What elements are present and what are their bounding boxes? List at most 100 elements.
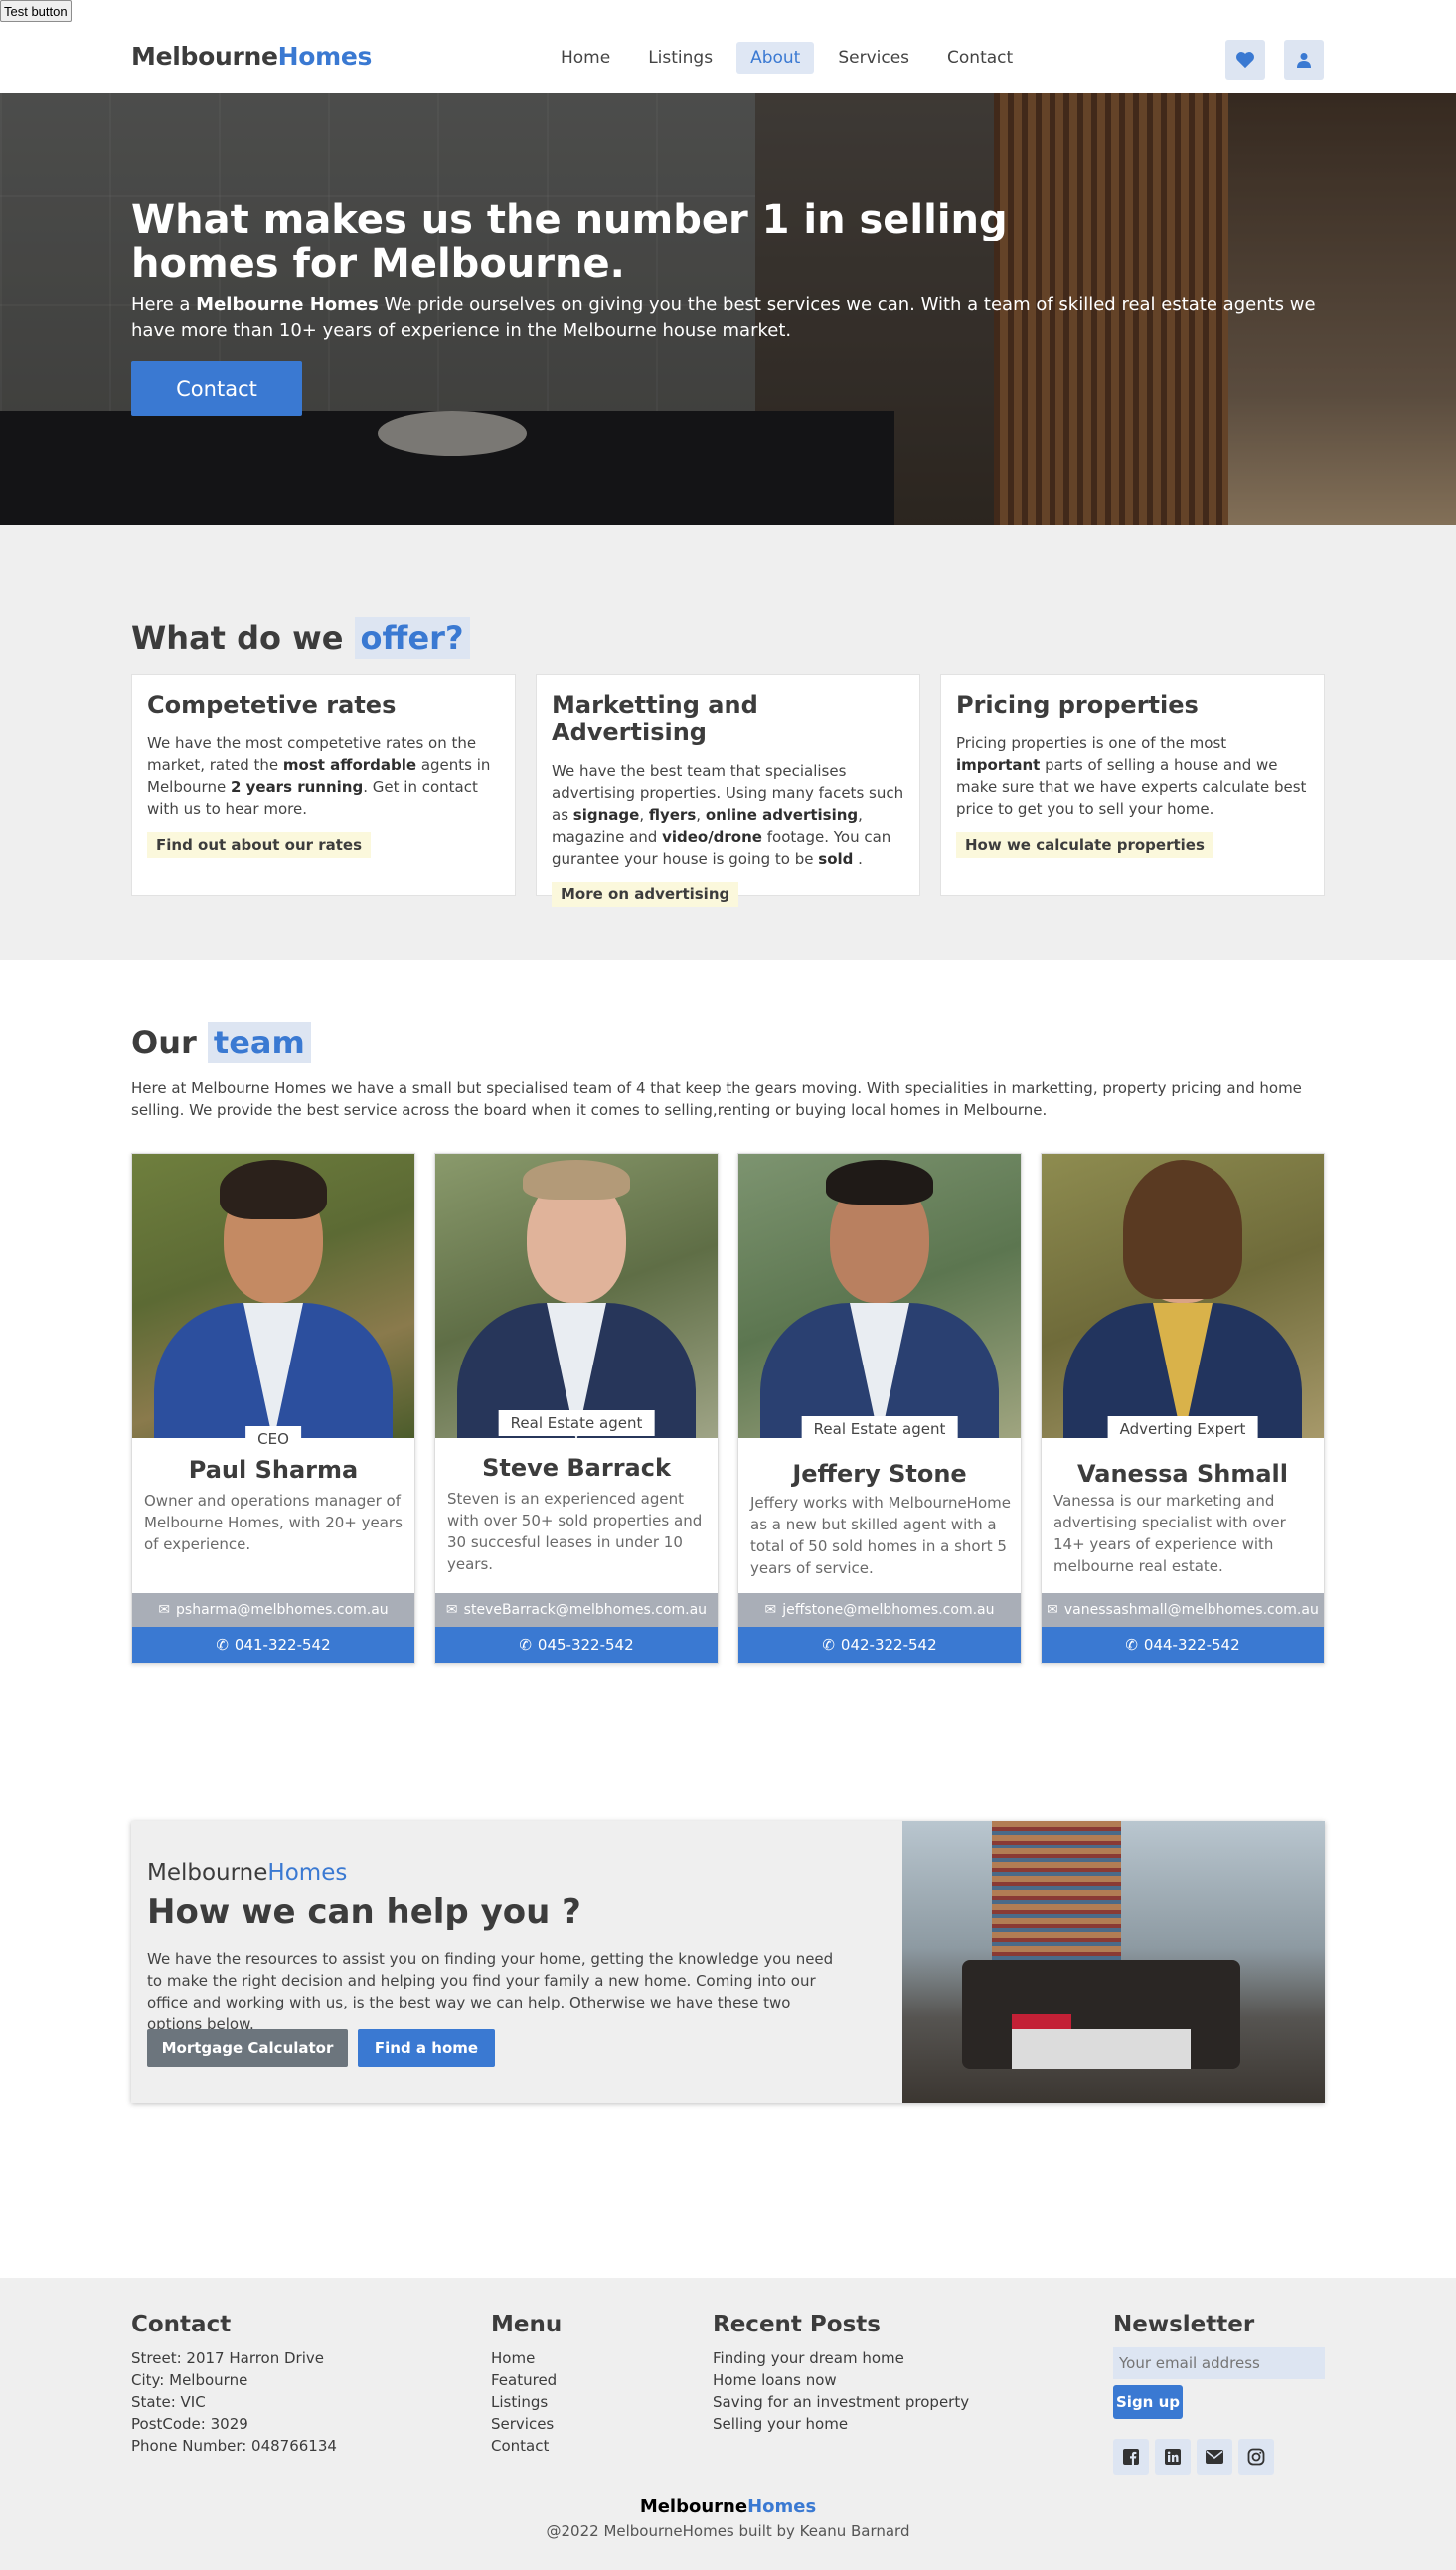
- instagram-icon[interactable]: [1238, 2439, 1274, 2475]
- team-heading: Our team: [131, 1022, 311, 1063]
- contact-state: State: VIC: [131, 2393, 206, 2411]
- user-icon: [1297, 53, 1311, 68]
- member-photo: [435, 1154, 718, 1438]
- office-photo: [902, 1821, 1325, 2103]
- footer-newsletter-title: Newsletter: [1113, 2312, 1255, 2337]
- logo[interactable]: MelbourneHomes: [131, 42, 372, 71]
- footer-recent-posts: Recent Posts Finding your dream home Hom…: [713, 2312, 969, 2435]
- pricing-link[interactable]: How we calculate properties: [956, 832, 1213, 858]
- member-role: CEO: [245, 1426, 301, 1452]
- offer-card-advertising: Marketting and Advertising We have the b…: [536, 674, 920, 907]
- post-link[interactable]: Selling your home: [713, 2413, 969, 2435]
- phone-icon: ✆: [1125, 1636, 1138, 1654]
- card-text: We have the most competetive rates on th…: [147, 734, 491, 818]
- member-email[interactable]: ✉ vanessashmall@melbhomes.com.au: [1042, 1593, 1324, 1627]
- newsletter-signup-button[interactable]: Sign up: [1113, 2385, 1183, 2419]
- member-photo: [132, 1154, 414, 1438]
- footer-copyright: @2022 MelbourneHomes built by Keanu Barn…: [546, 2522, 910, 2540]
- offer-heading: What do we offer?: [131, 617, 470, 659]
- favorites-button[interactable]: [1225, 40, 1265, 80]
- post-link[interactable]: Saving for an investment property: [713, 2391, 969, 2413]
- member-name: Paul Sharma: [188, 1456, 359, 1484]
- find-home-button[interactable]: Find a home: [358, 2029, 495, 2067]
- contact-city: City: Melbourne: [131, 2371, 248, 2389]
- rates-link[interactable]: Find out about our rates: [147, 832, 372, 858]
- footer-posts-title: Recent Posts: [713, 2312, 881, 2337]
- account-button[interactable]: [1284, 40, 1324, 80]
- nav-contact[interactable]: Contact: [933, 42, 1027, 74]
- footer-link-listings[interactable]: Listings: [491, 2391, 562, 2413]
- team-card-steve: Real Estate agent Steve Barrack Steven i…: [434, 1153, 719, 1664]
- offer-card-rates: Competetive rates We have the most compe…: [131, 674, 516, 896]
- post-link[interactable]: Finding your dream home: [713, 2347, 969, 2369]
- nav-home[interactable]: Home: [547, 42, 624, 74]
- member-name: Jeffery Stone: [792, 1460, 967, 1488]
- member-phone[interactable]: ✆ 044-322-542: [1042, 1627, 1324, 1663]
- member-name: Steve Barrack: [482, 1454, 671, 1482]
- mortgage-calculator-button[interactable]: Mortgage Calculator: [147, 2029, 348, 2067]
- footer-contact: Contact Street: 2017 Harron Drive City: …: [131, 2312, 337, 2457]
- member-email[interactable]: ✉ steveBarrack@melbhomes.com.au: [435, 1593, 718, 1627]
- envelope-icon: ✉: [764, 1602, 777, 1618]
- footer-newsletter: Newsletter Sign up: [1113, 2312, 1325, 2475]
- hero-text: Here a Melbourne Homes We pride ourselve…: [131, 294, 1316, 341]
- member-photo: [1042, 1154, 1324, 1438]
- team-card-paul: CEO Paul Sharma Owner and operations man…: [131, 1153, 415, 1664]
- social-links: [1113, 2439, 1325, 2475]
- envelope-icon: ✉: [1047, 1602, 1058, 1618]
- team-card-jeffery: Real Estate agent Jeffery Stone Jeffery …: [737, 1153, 1022, 1664]
- offer-section: What do we offer? Competetive rates We h…: [0, 525, 1456, 960]
- hero-contact-button[interactable]: Contact: [131, 361, 302, 416]
- contact-street: Street: 2017 Harron Drive: [131, 2349, 324, 2367]
- phone-icon: ✆: [822, 1636, 835, 1654]
- card-title: Marketting and Advertising: [552, 691, 758, 746]
- card-title: Pricing properties: [956, 691, 1199, 719]
- heart-icon: [1236, 52, 1254, 69]
- member-phone[interactable]: ✆ 042-322-542: [738, 1627, 1021, 1663]
- nav-services[interactable]: Services: [824, 42, 923, 74]
- navbar: MelbourneHomes Home Listings About Servi…: [0, 22, 1456, 93]
- hero-section: What makes us the number 1 in selling ho…: [0, 93, 1456, 525]
- footer-link-contact[interactable]: Contact: [491, 2435, 562, 2457]
- member-description: Steven is an experienced agent with over…: [447, 1490, 703, 1573]
- member-description: Vanessa is our marketing and advertising…: [1053, 1492, 1286, 1575]
- envelope-icon: ✉: [445, 1602, 458, 1618]
- footer: Contact Street: 2017 Harron Drive City: …: [0, 2278, 1456, 2570]
- offer-card-pricing: Pricing properties Pricing properties is…: [940, 674, 1325, 896]
- footer-menu: Menu Home Featured Listings Services Con…: [491, 2312, 562, 2457]
- facebook-icon[interactable]: [1113, 2439, 1149, 2475]
- card-text: Pricing properties is one of the most im…: [956, 734, 1307, 818]
- member-photo: [738, 1154, 1021, 1438]
- member-role: Real Estate agent: [801, 1416, 958, 1442]
- newsletter-email-input[interactable]: [1113, 2347, 1325, 2379]
- member-phone[interactable]: ✆ 045-322-542: [435, 1627, 718, 1663]
- member-email[interactable]: ✉ jeffstone@melbhomes.com.au: [738, 1593, 1021, 1627]
- member-description: Jeffery works with MelbourneHome as a ne…: [750, 1494, 1011, 1577]
- member-role: Adverting Expert: [1107, 1416, 1258, 1442]
- nav-about[interactable]: About: [736, 42, 815, 74]
- member-description: Owner and operations manager of Melbourn…: [144, 1492, 403, 1553]
- member-phone[interactable]: ✆ 041-322-542: [132, 1627, 414, 1663]
- advertising-link[interactable]: More on advertising: [552, 882, 739, 907]
- post-link[interactable]: Home loans now: [713, 2369, 969, 2391]
- linkedin-icon[interactable]: [1155, 2439, 1191, 2475]
- member-role: Real Estate agent: [498, 1410, 655, 1436]
- member-email[interactable]: ✉ psharma@melbhomes.com.au: [132, 1593, 414, 1627]
- hero-title: What makes us the number 1 in selling ho…: [131, 197, 1008, 287]
- team-card-vanessa: Adverting Expert Vanessa Shmall Vanessa …: [1041, 1153, 1325, 1664]
- footer-link-services[interactable]: Services: [491, 2413, 562, 2435]
- contact-postcode: PostCode: 3029: [131, 2415, 248, 2433]
- test-button[interactable]: Test button: [0, 0, 72, 22]
- help-brand: MelbourneHomes: [147, 1860, 348, 1886]
- nav-listings[interactable]: Listings: [634, 42, 727, 74]
- footer-link-home[interactable]: Home: [491, 2347, 562, 2369]
- mail-icon[interactable]: [1197, 2439, 1232, 2475]
- footer-link-featured[interactable]: Featured: [491, 2369, 562, 2391]
- footer-contact-title: Contact: [131, 2312, 232, 2337]
- team-intro: Here at Melbourne Homes we have a small …: [131, 1079, 1302, 1119]
- card-text: We have the best team that specialises a…: [552, 762, 904, 868]
- phone-icon: ✆: [216, 1636, 229, 1654]
- help-section: MelbourneHomes How we can help you ? We …: [131, 1821, 1325, 2103]
- phone-icon: ✆: [519, 1636, 532, 1654]
- member-name: Vanessa Shmall: [1077, 1460, 1288, 1488]
